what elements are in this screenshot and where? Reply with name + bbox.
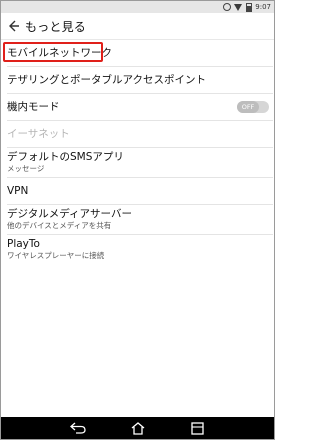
list-item-mobile-network[interactable]: モバイルネットワーク (1, 40, 274, 66)
list-item-title: モバイルネットワーク (7, 46, 112, 59)
list-item-title: 機内モード (7, 100, 60, 113)
list-item-media-server[interactable]: デジタルメディアサーバー 他のデバイスとメディアを共有 (1, 205, 274, 234)
wifi-icon (234, 3, 243, 11)
app-bar: もっと見る (1, 13, 274, 39)
list-item-playto[interactable]: PlayTo ワイヤレスプレーヤーに接続 (1, 235, 274, 264)
list-item-subtitle: メッセージ (7, 164, 45, 173)
list-item-title: イーサネット (7, 127, 70, 140)
list-item-title: デジタルメディアサーバー (7, 208, 132, 220)
home-icon[interactable] (129, 419, 147, 437)
screen: 9:07 もっと見る モバイルネットワーク テザリングとポータブルアクセスポイン… (0, 0, 275, 440)
list-item-vpn[interactable]: VPN (1, 178, 274, 204)
list-item-default-sms[interactable]: デフォルトのSMSアプリ メッセージ (1, 148, 274, 177)
battery-icon (246, 2, 253, 12)
list-item-subtitle: 他のデバイスとメディアを共有 (7, 221, 112, 230)
list-item-subtitle: ワイヤレスプレーヤーに接続 (7, 251, 105, 260)
navigation-bar (1, 417, 274, 439)
list-item-tethering[interactable]: テザリングとポータブルアクセスポイント (1, 67, 274, 93)
status-icons: 9:07 (223, 2, 271, 12)
airplane-mode-toggle[interactable]: OFF (237, 101, 269, 113)
list-item-title: テザリングとポータブルアクセスポイント (7, 73, 206, 86)
list-item-title: VPN (7, 184, 29, 197)
list-item-title: PlayTo (7, 238, 40, 250)
toggle-knob: OFF (237, 101, 259, 113)
mute-icon (223, 3, 232, 11)
recent-apps-icon[interactable] (189, 419, 207, 437)
list-item-ethernet: イーサネット (1, 121, 274, 147)
status-time: 9:07 (255, 3, 271, 11)
list-item-airplane-mode[interactable]: 機内モード OFF (1, 94, 274, 120)
back-icon[interactable] (69, 419, 87, 437)
page-title: もっと見る (25, 19, 87, 34)
status-bar: 9:07 (1, 1, 274, 13)
list-item-title: デフォルトのSMSアプリ (7, 151, 124, 163)
back-arrow-icon[interactable] (3, 13, 25, 39)
settings-list: モバイルネットワーク テザリングとポータブルアクセスポイント 機内モード OFF… (1, 40, 274, 264)
